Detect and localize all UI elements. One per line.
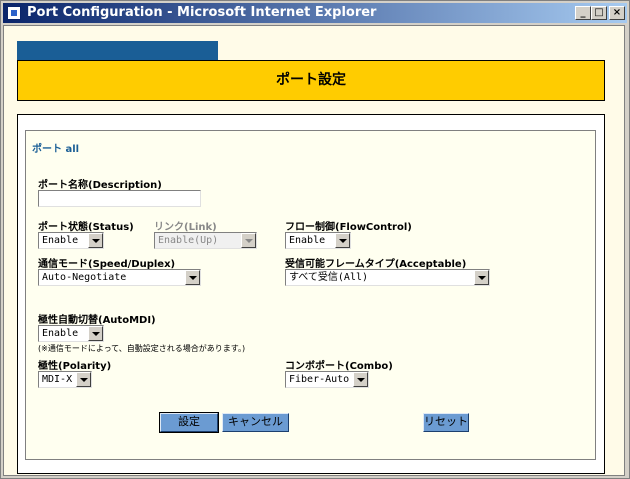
acceptable-select[interactable]: すべて受信(All) (285, 269, 490, 286)
polarity-select[interactable]: MDI-X (38, 371, 92, 388)
link-label: リンク(Link) (154, 222, 217, 233)
chevron-down-icon[interactable] (474, 270, 489, 285)
auto-mdi-note: (※通信モードによって、自動設定される場合があります。) (38, 344, 246, 353)
flow-control-select[interactable]: Enable (285, 232, 351, 249)
combo-label: コンボポート(Combo) (285, 361, 393, 372)
port-label: ポート all (32, 144, 80, 155)
acceptable-value: すべて受信(All) (289, 272, 369, 283)
ie-page-icon (7, 6, 21, 20)
page-content: ポート設定 ポート all ポート名称(Description) ポート状態(S… (3, 25, 625, 476)
auto-mdi-select[interactable]: Enable (38, 325, 104, 342)
chevron-down-icon[interactable] (185, 270, 200, 285)
cancel-button[interactable]: キャンセル (222, 413, 289, 432)
title-bar[interactable]: Port Configuration - Microsoft Internet … (3, 3, 627, 23)
chevron-down-icon[interactable] (353, 372, 368, 387)
apply-button[interactable]: 設定 (159, 412, 219, 433)
flow-control-value: Enable (289, 235, 326, 246)
description-label: ポート名称(Description) (38, 180, 162, 191)
chevron-down-icon (241, 233, 256, 248)
description-input[interactable] (38, 190, 201, 207)
chevron-down-icon[interactable] (88, 326, 103, 341)
link-value: Enable(Up) (158, 235, 219, 246)
close-button[interactable]: × (609, 6, 625, 20)
chevron-down-icon[interactable] (335, 233, 350, 248)
auto-mdi-label: 極性自動切替(AutoMDI) (38, 315, 156, 326)
speed-duplex-select[interactable]: Auto-Negotiate (38, 269, 201, 286)
combo-value: Fiber-Auto (289, 374, 350, 385)
header-tab (17, 41, 218, 60)
auto-mdi-value: Enable (42, 328, 79, 339)
link-select: Enable(Up) (154, 232, 257, 249)
port-config-form: ポート all ポート名称(Description) ポート状態(Status)… (25, 130, 596, 460)
speed-duplex-label: 通信モード(Speed/Duplex) (38, 259, 176, 270)
browser-window: Port Configuration - Microsoft Internet … (0, 0, 630, 479)
page-title: ポート設定 (17, 60, 605, 101)
reset-button[interactable]: リセット (423, 413, 469, 432)
chevron-down-icon[interactable] (76, 372, 91, 387)
window-title: Port Configuration - Microsoft Internet … (27, 5, 377, 20)
speed-duplex-value: Auto-Negotiate (42, 272, 127, 283)
status-value: Enable (42, 235, 79, 246)
chevron-down-icon[interactable] (88, 233, 103, 248)
status-label: ポート状態(Status) (38, 222, 134, 233)
acceptable-label: 受信可能フレームタイプ(Acceptable) (285, 259, 467, 270)
flow-control-label: フロー制御(FlowControl) (285, 222, 412, 233)
status-select[interactable]: Enable (38, 232, 104, 249)
maximize-button[interactable]: □ (591, 6, 607, 20)
polarity-label: 極性(Polarity) (38, 361, 112, 372)
minimize-button[interactable]: _ (575, 6, 591, 20)
combo-select[interactable]: Fiber-Auto (285, 371, 369, 388)
polarity-value: MDI-X (42, 374, 73, 385)
